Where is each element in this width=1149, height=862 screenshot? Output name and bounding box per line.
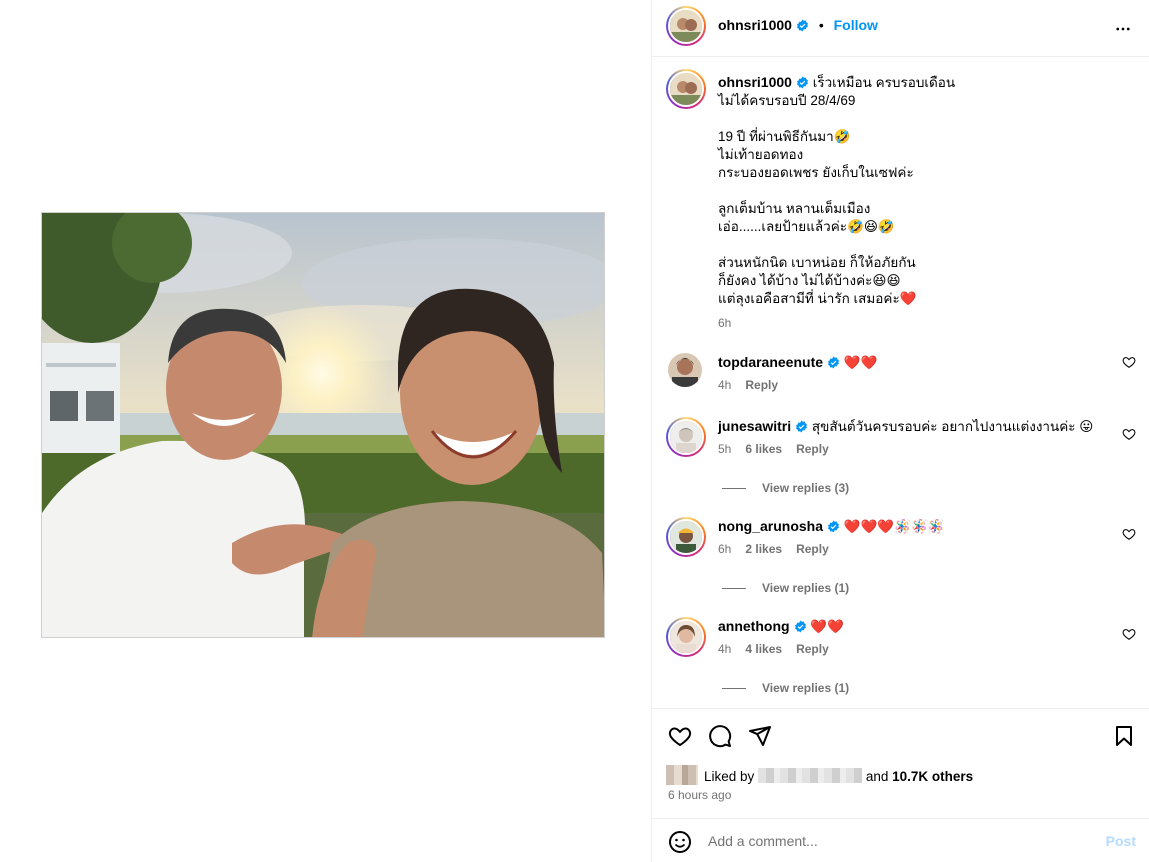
post-header: ohnsri1000 • Follow	[652, 0, 1149, 57]
comment-text: ❤️❤️❤️🪅🪅🪅	[843, 519, 945, 534]
post-sidebar: ohnsri1000 • Follow ohnsri1000 เร็วเหมือ…	[651, 0, 1149, 862]
comment-body: nong_arunosha ❤️❤️❤️🪅🪅🪅	[718, 517, 1118, 536]
view-replies-label: View replies (3)	[762, 481, 850, 495]
separator-dot: •	[818, 17, 824, 33]
commenter-avatar[interactable]	[666, 617, 706, 657]
author-avatar[interactable]	[666, 6, 706, 46]
post-actions: Liked by and 10.7K others 6 hours ago	[652, 708, 1149, 818]
view-replies-label: View replies (1)	[762, 681, 850, 695]
post-caption: ohnsri1000 เร็วเหมือน ครบรอบเดือน ไม่ได้…	[718, 73, 1128, 332]
liked-by-summary: Liked by and 10.7K others	[666, 765, 973, 785]
comment-likes[interactable]: 2 likes	[745, 542, 782, 556]
like-comment-heart-icon[interactable]	[1122, 627, 1136, 641]
like-comment-heart-icon[interactable]	[1122, 427, 1136, 441]
comment-meta: 4h Reply	[718, 378, 792, 392]
comment-item: topdaraneenute ❤️❤️ 4h Reply	[666, 353, 1146, 413]
view-replies-button[interactable]: View replies (1)	[722, 581, 849, 595]
post-photo-image	[42, 213, 604, 637]
replies-line	[722, 588, 746, 590]
caption-line: เอ่อ......เลยป้ายแล้วค่ะ🤣😆🤣	[718, 219, 895, 234]
follow-button[interactable]: Follow	[834, 17, 878, 33]
caption-line: ส่วนหนักนิด เบาหน่อย ก็ให้อภัยกัน	[718, 255, 916, 270]
comment-item: junesawitri สุขสันต์วันครบรอบค่ะ อยากไปง…	[666, 417, 1146, 477]
comment-username[interactable]: junesawitri	[718, 418, 791, 434]
comment-body: annethong ❤️❤️	[718, 617, 1118, 636]
verified-badge-icon	[797, 19, 808, 32]
post-timestamp: 6 hours ago	[668, 788, 732, 802]
comment-time: 5h	[718, 442, 732, 456]
commenter-avatar[interactable]	[666, 417, 706, 457]
comment-item: annethong ❤️❤️ 4h 4 likes Reply	[666, 617, 1146, 677]
caption-line: ลูกเต็มบ้าน หลานเต็มเมือง	[718, 201, 871, 216]
liked-by-prefix: Liked by	[704, 769, 755, 784]
verified-badge-icon	[796, 420, 808, 433]
liked-by-and: and	[865, 769, 889, 784]
reply-button[interactable]: Reply	[796, 442, 829, 456]
comment-text: ❤️❤️	[810, 619, 844, 634]
commenter-avatar[interactable]	[668, 353, 702, 387]
liker-avatar[interactable]	[666, 765, 698, 785]
verified-badge-icon	[828, 356, 839, 369]
liker-username-blurred[interactable]	[758, 768, 863, 783]
replies-line	[722, 688, 746, 690]
comment-time: 4h	[718, 642, 732, 656]
comment-input[interactable]: Add a comment...	[708, 833, 818, 849]
save-bookmark-icon[interactable]	[1112, 724, 1136, 748]
comment-text: ❤️❤️	[843, 355, 878, 370]
comment-body: topdaraneenute ❤️❤️	[718, 353, 1118, 372]
verified-badge-icon	[828, 520, 839, 533]
comment-text: สุขสันต์วันครบรอบค่ะ อยากไปงานแต่งงานค่ะ…	[811, 419, 1094, 434]
like-comment-heart-icon[interactable]	[1122, 355, 1136, 369]
caption-line: แต่ลุงเอคือสามีที่ น่ารัก เสมอค่ะ❤️	[718, 291, 917, 306]
caption-line: ก็ยังคง ได้บ้าง ไม่ได้บ้างค่ะ😆😆	[718, 273, 901, 288]
caption-line: ไม่ได้ครบรอบปี 28/4/69	[718, 93, 856, 108]
comment-username[interactable]: annethong	[718, 618, 790, 634]
caption-line: กระบองยอดเพชร ยังเก็บในเซฟค่ะ	[718, 165, 914, 180]
comment-bubble-icon[interactable]	[708, 724, 732, 748]
share-paper-plane-icon[interactable]	[748, 724, 772, 748]
commenter-avatar[interactable]	[666, 517, 706, 557]
comment-username[interactable]: nong_arunosha	[718, 518, 823, 534]
comment-time: 4h	[718, 378, 732, 392]
comment-meta: 6h 2 likes Reply	[718, 542, 843, 556]
reply-button[interactable]: Reply	[796, 642, 829, 656]
view-replies-label: View replies (1)	[762, 581, 850, 595]
media-pane	[0, 0, 651, 862]
caption-line: ohnsri1000 เร็วเหมือน ครบรอบเดือน	[718, 73, 1128, 92]
reply-button[interactable]: Reply	[796, 542, 829, 556]
caption-line: ไม่เท้ายอดทอง	[718, 147, 804, 162]
comment-composer: Add a comment... Post	[652, 818, 1149, 862]
replies-line	[722, 488, 746, 490]
caption-line: 19 ปี ที่ผ่านพิธีกันมา🤣	[718, 129, 851, 144]
comment-likes[interactable]: 6 likes	[745, 442, 782, 456]
likes-count-link[interactable]: 10.7K others	[892, 769, 973, 784]
caption-text: เร็วเหมือน ครบรอบเดือน	[812, 75, 956, 90]
comment-body: junesawitri สุขสันต์วันครบรอบค่ะ อยากไปง…	[718, 417, 1118, 436]
comment-username[interactable]: topdaraneenute	[718, 354, 823, 370]
like-heart-icon[interactable]	[668, 724, 692, 748]
view-replies-button[interactable]: View replies (3)	[722, 481, 849, 495]
caption-time: 6h	[718, 316, 732, 330]
caption-username[interactable]: ohnsri1000	[718, 74, 792, 90]
more-horizontal-icon[interactable]	[1114, 20, 1132, 38]
caption-avatar[interactable]	[666, 69, 706, 109]
verified-badge-icon	[797, 76, 808, 89]
reply-button[interactable]: Reply	[745, 378, 778, 392]
author-username[interactable]: ohnsri1000	[718, 17, 792, 33]
comment-time: 6h	[718, 542, 732, 556]
verified-badge-icon	[794, 620, 806, 633]
comment-item: nong_arunosha ❤️❤️❤️🪅🪅🪅 6h 2 likes Reply	[666, 517, 1146, 577]
comment-meta: 4h 4 likes Reply	[718, 642, 843, 656]
like-comment-heart-icon[interactable]	[1122, 527, 1136, 541]
post-comment-button[interactable]: Post	[1106, 833, 1136, 849]
emoji-icon[interactable]	[668, 830, 692, 854]
post-photo[interactable]	[41, 212, 605, 638]
comment-likes[interactable]: 4 likes	[745, 642, 782, 656]
view-replies-button[interactable]: View replies (1)	[722, 681, 849, 695]
comment-meta: 5h 6 likes Reply	[718, 442, 843, 456]
